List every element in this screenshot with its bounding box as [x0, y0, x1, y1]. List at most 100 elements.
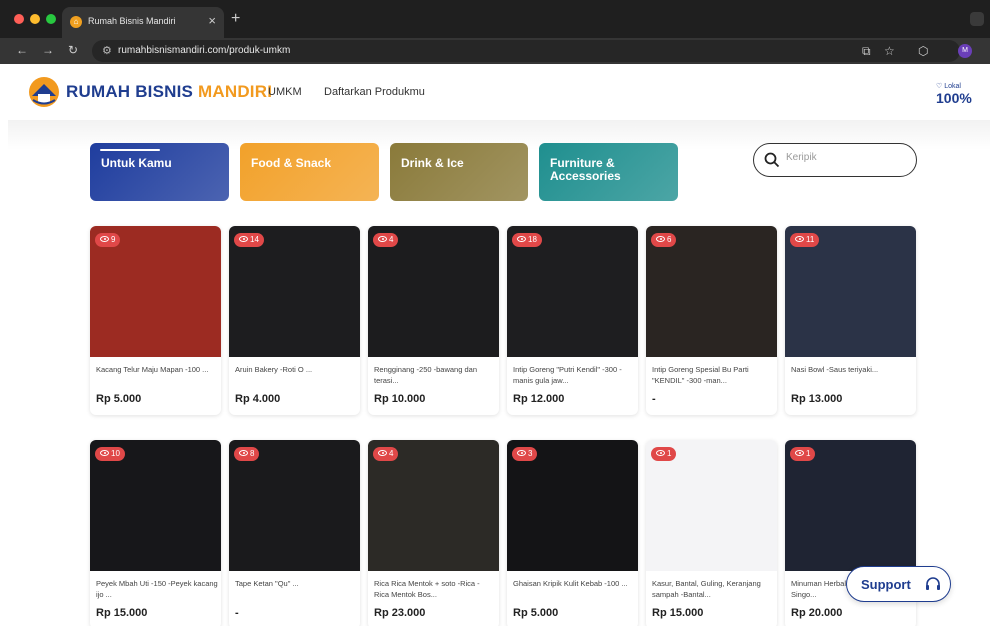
bookmark-star-icon[interactable]: ☆ [884, 44, 895, 58]
profile-avatar[interactable]: M [958, 44, 972, 58]
product-name[interactable]: Kacang Telur Maju Mapan -100 ... [96, 364, 218, 388]
product-price: Rp 10.000 [374, 393, 426, 405]
category-label: Drink & Ice [401, 156, 464, 170]
view-count: 3 [528, 449, 533, 458]
address-bar[interactable]: ⚙ rumahbisnismandiri.com/produk-umkm ⧉ ☆… [92, 40, 960, 62]
product-card[interactable]: 4 Rengginang -250 -bawang dan terasi... Rp… [368, 226, 499, 415]
category-food-snack[interactable]: Food & Snack [240, 143, 379, 201]
category-drink-ice[interactable]: Drink & Ice [390, 143, 528, 201]
support-button[interactable]: Support [846, 566, 951, 602]
view-count: 1 [667, 449, 672, 458]
view-count: 14 [250, 235, 259, 244]
forward-icon[interactable]: → [42, 43, 54, 57]
maximize-window-button[interactable] [46, 14, 56, 24]
product-name[interactable]: Nasi Bowl -Saus teriyaki... [791, 364, 913, 388]
tab-search-icon[interactable] [970, 12, 984, 26]
product-price: - [652, 393, 656, 405]
site-info-icon[interactable]: ⚙ [102, 44, 112, 57]
view-count-badge: 8 [234, 447, 260, 461]
product-name[interactable]: Intip Goreng "Putri Kendil" -300 -manis … [513, 364, 635, 388]
product-card[interactable]: 14 Aruin Bakery -Roti O ... Rp 4.000 [229, 226, 360, 415]
nav-link-umkm[interactable]: UMKM [268, 86, 302, 98]
view-count-badge: 1 [790, 447, 816, 461]
view-count: 11 [806, 235, 815, 244]
eye-icon [239, 450, 248, 456]
search-icon [764, 152, 780, 168]
product-price: Rp 4.000 [235, 393, 281, 405]
brand-name-part2: MANDIRI [198, 82, 273, 101]
product-card[interactable]: 9 Kacang Telur Maju Mapan -100 ... Rp 5.00… [90, 226, 221, 415]
product-price: Rp 20.000 [791, 607, 843, 619]
product-card[interactable]: 18 Intip Goreng "Putri Kendil" -300 -mani… [507, 226, 638, 415]
product-name[interactable]: Kasur, Bantal, Guling, Keranjang sampah … [652, 578, 774, 602]
nav-link-daftarkan-produk[interactable]: Daftarkan Produkmu [324, 86, 425, 98]
eye-icon [656, 450, 665, 456]
eye-icon [517, 450, 526, 456]
brand-name[interactable]: RUMAH BISNIS MANDIRI [66, 82, 272, 102]
category-furniture-accessories[interactable]: Furniture & Accessories [539, 143, 678, 201]
headset-icon [926, 577, 940, 590]
product-card[interactable]: 4 Rica Rica Mentok + soto -Rica - Rica Me… [368, 440, 499, 626]
view-count-badge: 18 [512, 233, 542, 247]
eye-icon [378, 236, 387, 242]
close-window-button[interactable] [14, 14, 24, 24]
minimize-window-button[interactable] [30, 14, 40, 24]
view-count: 1 [806, 449, 811, 458]
eye-icon [239, 236, 248, 242]
tab-title: Rumah Bisnis Mandiri [88, 16, 176, 26]
product-price: Rp 15.000 [652, 607, 704, 619]
rumah-bisnis-logo-icon[interactable] [28, 76, 60, 108]
active-indicator [100, 149, 160, 151]
site-header: RUMAH BISNIS MANDIRI UMKM Daftarkan Prod… [8, 64, 990, 120]
reload-icon[interactable]: ↻ [68, 43, 78, 57]
view-count-badge: 4 [373, 233, 399, 247]
eye-icon [378, 450, 387, 456]
view-count: 4 [389, 235, 394, 244]
product-card[interactable]: 10 Peyek Mbah Uti -150 -Peyek kacang ijo … [90, 440, 221, 626]
new-tab-icon[interactable]: + [231, 10, 240, 28]
search-input[interactable] [786, 152, 906, 163]
view-count: 6 [667, 235, 672, 244]
product-price: Rp 13.000 [791, 393, 843, 405]
cast-icon[interactable]: ⧉ [862, 44, 871, 59]
product-name[interactable]: Peyek Mbah Uti -150 -Peyek kacang ijo ..… [96, 578, 218, 602]
category-untuk-kamu[interactable]: Untuk Kamu [90, 143, 229, 201]
product-name[interactable]: Ghaisan Kripik Kulit Kebab -100 ... [513, 578, 635, 602]
lokal-percentage: 100% [936, 90, 972, 106]
view-count: 9 [111, 235, 116, 244]
view-count-badge: 4 [373, 447, 399, 461]
product-price: Rp 5.000 [96, 393, 142, 405]
product-card[interactable]: 8 Tape Ketan "Qu" ... - [229, 440, 360, 626]
close-tab-icon[interactable]: × [208, 13, 216, 28]
product-name[interactable]: Tape Ketan "Qu" ... [235, 578, 357, 602]
view-count-badge: 6 [651, 233, 677, 247]
browser-tab-bar: ⌂ Rumah Bisnis Mandiri × + [0, 0, 990, 38]
view-count: 18 [528, 235, 537, 244]
url-text: rumahbisnismandiri.com/produk-umkm [118, 45, 291, 56]
back-icon[interactable]: ← [16, 43, 28, 57]
view-count-badge: 1 [651, 447, 677, 461]
product-card[interactable]: 1 Kasur, Bantal, Guling, Keranjang sampah… [646, 440, 777, 626]
browser-toolbar: ← → ↻ ⚙ rumahbisnismandiri.com/produk-um… [0, 38, 990, 64]
eye-icon [795, 450, 804, 456]
view-count-badge: 3 [512, 447, 538, 461]
product-name[interactable]: Aruin Bakery -Roti O ... [235, 364, 357, 388]
eye-icon [100, 236, 109, 242]
product-price: - [235, 607, 239, 619]
support-label: Support [861, 577, 911, 592]
extensions-icon[interactable]: ⬡ [918, 44, 928, 58]
brand-name-part1: RUMAH BISNIS [66, 82, 198, 101]
product-card[interactable]: 6 Intip Goreng Spesial Bu Parti "KENDIL" … [646, 226, 777, 415]
browser-tab[interactable]: ⌂ Rumah Bisnis Mandiri × [62, 7, 224, 38]
view-count: 4 [389, 449, 394, 458]
view-count: 8 [250, 449, 255, 458]
product-name[interactable]: Intip Goreng Spesial Bu Parti "KENDIL" -… [652, 364, 774, 388]
product-card[interactable]: 3 Ghaisan Kripik Kulit Kebab -100 ... Rp 5… [507, 440, 638, 626]
search-box[interactable] [753, 143, 917, 177]
product-card[interactable]: 11 Nasi Bowl -Saus teriyaki... Rp 13.000 [785, 226, 916, 415]
product-price: Rp 15.000 [96, 607, 148, 619]
product-name[interactable]: Rica Rica Mentok + soto -Rica - Rica Men… [374, 578, 496, 602]
product-price: Rp 12.000 [513, 393, 565, 405]
category-label: Untuk Kamu [101, 156, 172, 170]
product-name[interactable]: Rengginang -250 -bawang dan terasi... [374, 364, 496, 388]
